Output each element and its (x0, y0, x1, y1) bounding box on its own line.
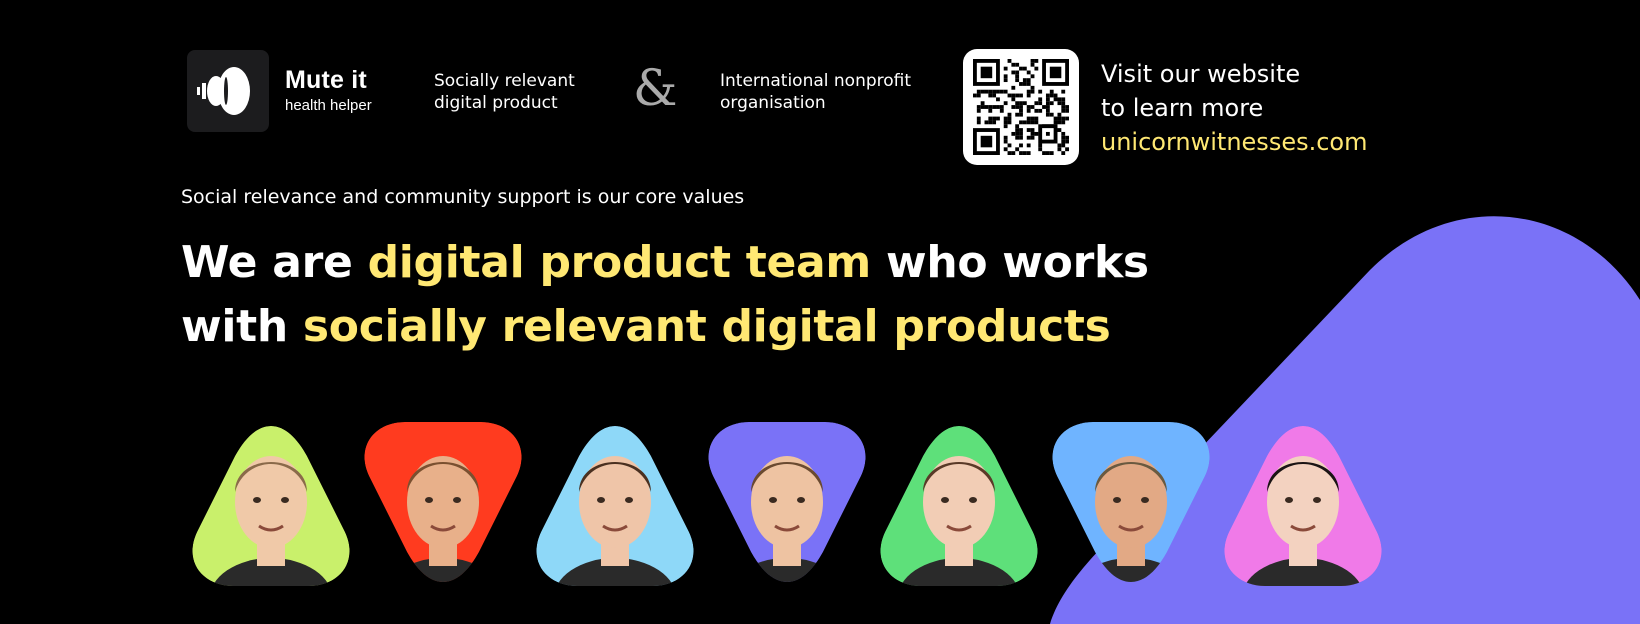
headline-highlight: socially relevant digital products (302, 301, 1111, 352)
org-line-1: International nonprofit (720, 71, 912, 91)
headline-text: We are (181, 237, 368, 288)
organisation-description: International nonprofit organisation (720, 70, 911, 114)
team-member-3-avatar (536, 426, 694, 586)
brand-logo (187, 50, 269, 132)
org-line-2: organisation (720, 93, 826, 113)
team-member-1-avatar (192, 426, 350, 586)
qr-code-icon (973, 59, 1069, 155)
brand-name: Mute it (285, 66, 367, 94)
headline-text: who works (870, 237, 1149, 288)
visit-website: Visit our website to learn more unicornw… (1101, 57, 1367, 159)
product-line-1: Socially relevant (434, 71, 575, 91)
team-member-4-avatar (708, 422, 866, 582)
headline-highlight: digital product team (367, 237, 872, 288)
team-member-7-avatar (1224, 426, 1382, 586)
tagline: Social relevance and community support i… (181, 186, 745, 208)
product-description: Socially relevant digital product (434, 70, 575, 114)
visit-line-1: Visit our website (1101, 60, 1301, 88)
headline-line-1: We are digital product team who works (181, 231, 1149, 295)
visit-line-2: to learn more (1101, 94, 1264, 122)
team-member-6-avatar (1052, 422, 1210, 582)
ampersand-symbol: & (633, 59, 678, 117)
sound-wave-logo-icon (197, 67, 250, 115)
team-member-2-avatar (364, 422, 522, 582)
product-line-2: digital product (434, 93, 558, 113)
team-member-5-avatar (880, 426, 1038, 586)
headline-line-2: with socially relevant digital products (181, 295, 1149, 359)
headline-text: with (181, 301, 303, 352)
headline: We are digital product team who works wi… (181, 231, 1149, 359)
brand-subtitle: health helper (285, 97, 372, 114)
website-link[interactable]: unicornwitnesses.com (1101, 125, 1367, 159)
qr-code[interactable] (963, 49, 1079, 165)
